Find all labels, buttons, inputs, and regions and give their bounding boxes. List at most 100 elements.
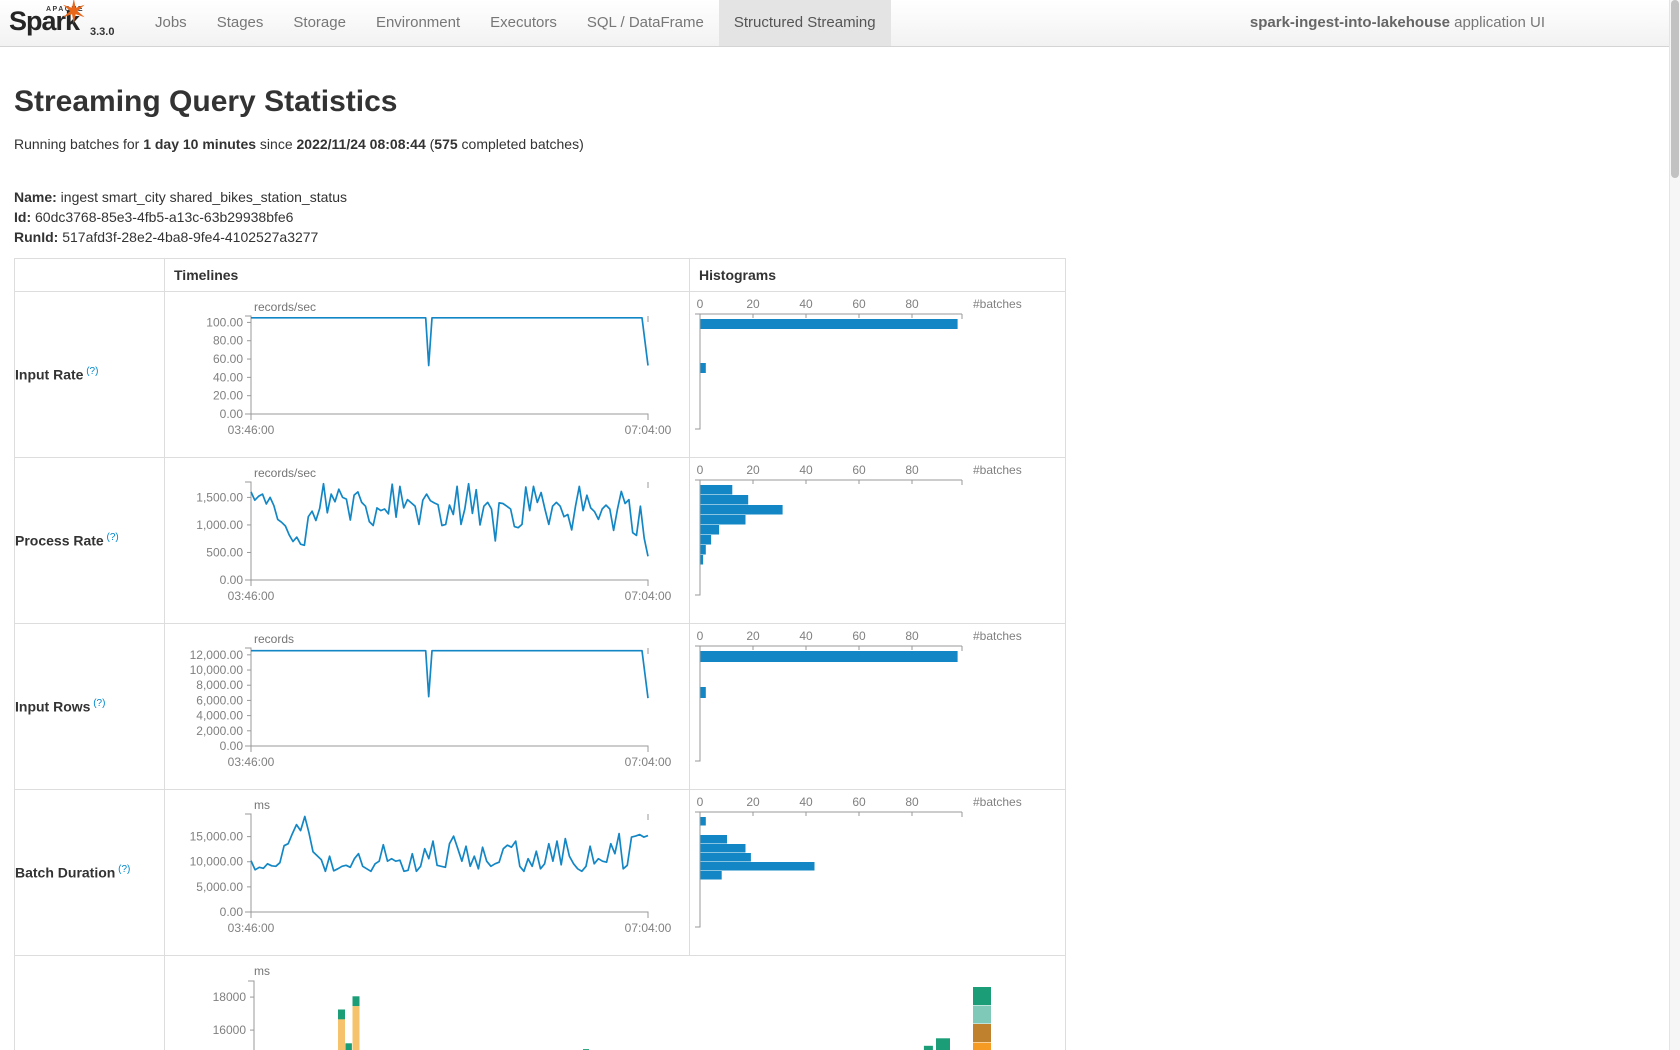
svg-text:10,000.00: 10,000.00 [190,663,244,677]
row-label: Process Rate [15,533,104,549]
timeline-cell: ms15,000.0010,000.005,000.000.0003:46:00… [165,790,690,956]
histogram-cell: 020406080#batches [690,790,1066,956]
tab-sql-dataframe[interactable]: SQL / DataFrame [572,0,719,46]
operation-duration-cell: ms180001600014000 [165,956,1066,1050]
svg-text:80: 80 [905,297,919,311]
row-label-cell: Input Rate (?) [15,292,165,458]
help-link[interactable]: (?) [90,698,105,709]
running-line-part: 2022/11/24 08:08:44 [297,136,426,152]
tab-jobs[interactable]: Jobs [140,0,202,46]
svg-text:60.00: 60.00 [213,352,243,366]
svg-text:18000: 18000 [213,990,247,1004]
svg-text:07:04:00: 07:04:00 [625,755,671,769]
svg-text:20: 20 [746,463,760,477]
table-header-row: Timelines Histograms [15,259,1066,292]
svg-text:#batches: #batches [973,629,1022,643]
running-line-part: Running batches for [14,136,143,152]
empty-header-cell [15,259,165,292]
stats-row: Process Rate (?)records/sec1,500.001,000… [15,458,1066,624]
tab-label[interactable]: Jobs [140,0,202,46]
svg-text:20: 20 [746,795,760,809]
tab-label[interactable]: Storage [278,0,361,46]
top-navbar: APACHE Spark ✶ 3.3.0 JobsStagesStorageEn… [0,0,1680,47]
svg-text:40: 40 [799,629,813,643]
svg-text:03:46:00: 03:46:00 [228,423,275,437]
row-label: Input Rows [15,699,90,715]
svg-text:80.00: 80.00 [213,334,243,348]
tab-environment[interactable]: Environment [361,0,475,46]
svg-text:12,000.00: 12,000.00 [190,648,244,662]
page-title: Streaming Query Statistics [14,85,1680,119]
help-link[interactable]: (?) [115,864,130,875]
legend-swatch [973,1006,991,1024]
stats-row: Batch Duration (?)ms15,000.0010,000.005,… [15,790,1066,956]
svg-text:60: 60 [852,297,866,311]
svg-text:0.00: 0.00 [220,739,244,753]
help-link[interactable]: (?) [104,532,119,543]
svg-text:80: 80 [905,629,919,643]
legend-swatch [973,1024,991,1042]
row-label: Input Rate [15,367,83,383]
timeline-chart: 12,000.0010,000.008,000.006,000.00 4,000.… [165,642,671,772]
running-line-part: 575 [434,136,457,152]
application-name: spark-ingest-into-lakehouse [1250,14,1450,31]
svg-text:07:04:00: 07:04:00 [625,921,671,935]
svg-text:6,000.00: 6,000.00 [196,693,243,707]
query-metadata: Name: ingest smart_city shared_bikes_sta… [14,187,1680,247]
running-line-part: completed batches) [458,136,584,152]
timelines-header: Timelines [165,259,690,292]
svg-text:#batches: #batches [973,795,1022,809]
svg-text:2,000.00: 2,000.00 [196,724,243,738]
timeline-chart: 15,000.0010,000.005,000.000.0003:46:0007… [165,808,671,938]
spark-star-icon: ✶ [60,0,88,31]
tab-storage[interactable]: Storage [278,0,361,46]
row-label-cell: Process Rate (?) [15,458,165,624]
svg-text:0: 0 [697,463,704,477]
svg-text:0.00: 0.00 [220,905,244,919]
timeline-chart: 1,500.001,000.00500.000.0003:46:0007:04:… [165,476,671,606]
svg-text:4,000.00: 4,000.00 [196,709,243,723]
svg-text:60: 60 [852,629,866,643]
timeline-cell: records/sec1,500.001,000.00500.000.0003:… [165,458,690,624]
tab-label[interactable]: Structured Streaming [719,0,891,46]
stats-row: Input Rate (?)records/sec100.0080.0060.0… [15,292,1066,458]
svg-text:100.00: 100.00 [206,315,243,329]
svg-text:60: 60 [852,795,866,809]
svg-text:0.00: 0.00 [220,573,244,587]
svg-text:03:46:00: 03:46:00 [228,921,275,935]
stats-row: Input Rows (?)records12,000.0010,000.008… [15,624,1066,790]
tab-label[interactable]: SQL / DataFrame [572,0,719,46]
svg-text:0: 0 [697,297,704,311]
timeline-cell: records12,000.0010,000.008,000.006,000.0… [165,624,690,790]
scrollbar-thumb[interactable] [1671,0,1679,178]
svg-text:40: 40 [799,297,813,311]
svg-text:15,000.00: 15,000.00 [190,830,244,844]
tab-label[interactable]: Stages [202,0,279,46]
svg-text:16000: 16000 [213,1023,247,1037]
timeline-cell: records/sec100.0080.0060.0040.0020.000.0… [165,292,690,458]
tab-label[interactable]: Executors [475,0,572,46]
meta-line: Id: 60dc3768-85e3-4fb5-a13c-63b29938bfe6 [14,207,1680,227]
svg-text:07:04:00: 07:04:00 [625,423,671,437]
histogram-chart: 020406080#batches [690,292,1047,452]
spark-logo[interactable]: APACHE Spark ✶ 3.3.0 [0,0,122,46]
legend-swatch [973,987,991,1005]
statistics-table: Timelines Histograms Input Rate (?)recor… [14,258,1066,1050]
tab-executors[interactable]: Executors [475,0,572,46]
running-batches-summary: Running batches for 1 day 10 minutes sin… [14,136,1680,152]
svg-text:03:46:00: 03:46:00 [228,755,275,769]
tab-stages[interactable]: Stages [202,0,279,46]
svg-text:8,000.00: 8,000.00 [196,678,243,692]
row-label: Batch Duration [15,865,115,881]
help-link[interactable]: (?) [83,366,98,377]
scrollbar-track[interactable] [1669,0,1680,1050]
svg-text:1,500.00: 1,500.00 [196,490,243,504]
svg-text:40: 40 [799,795,813,809]
row-label-cell [15,956,165,1050]
histogram-chart: 020406080#batches [690,790,1047,950]
tab-label[interactable]: Environment [361,0,475,46]
svg-text:20.00: 20.00 [213,389,243,403]
application-title-suffix: application UI [1450,14,1545,31]
tab-structured-streaming[interactable]: Structured Streaming [719,0,891,46]
page-content: Streaming Query Statistics Running batch… [0,85,1680,1050]
